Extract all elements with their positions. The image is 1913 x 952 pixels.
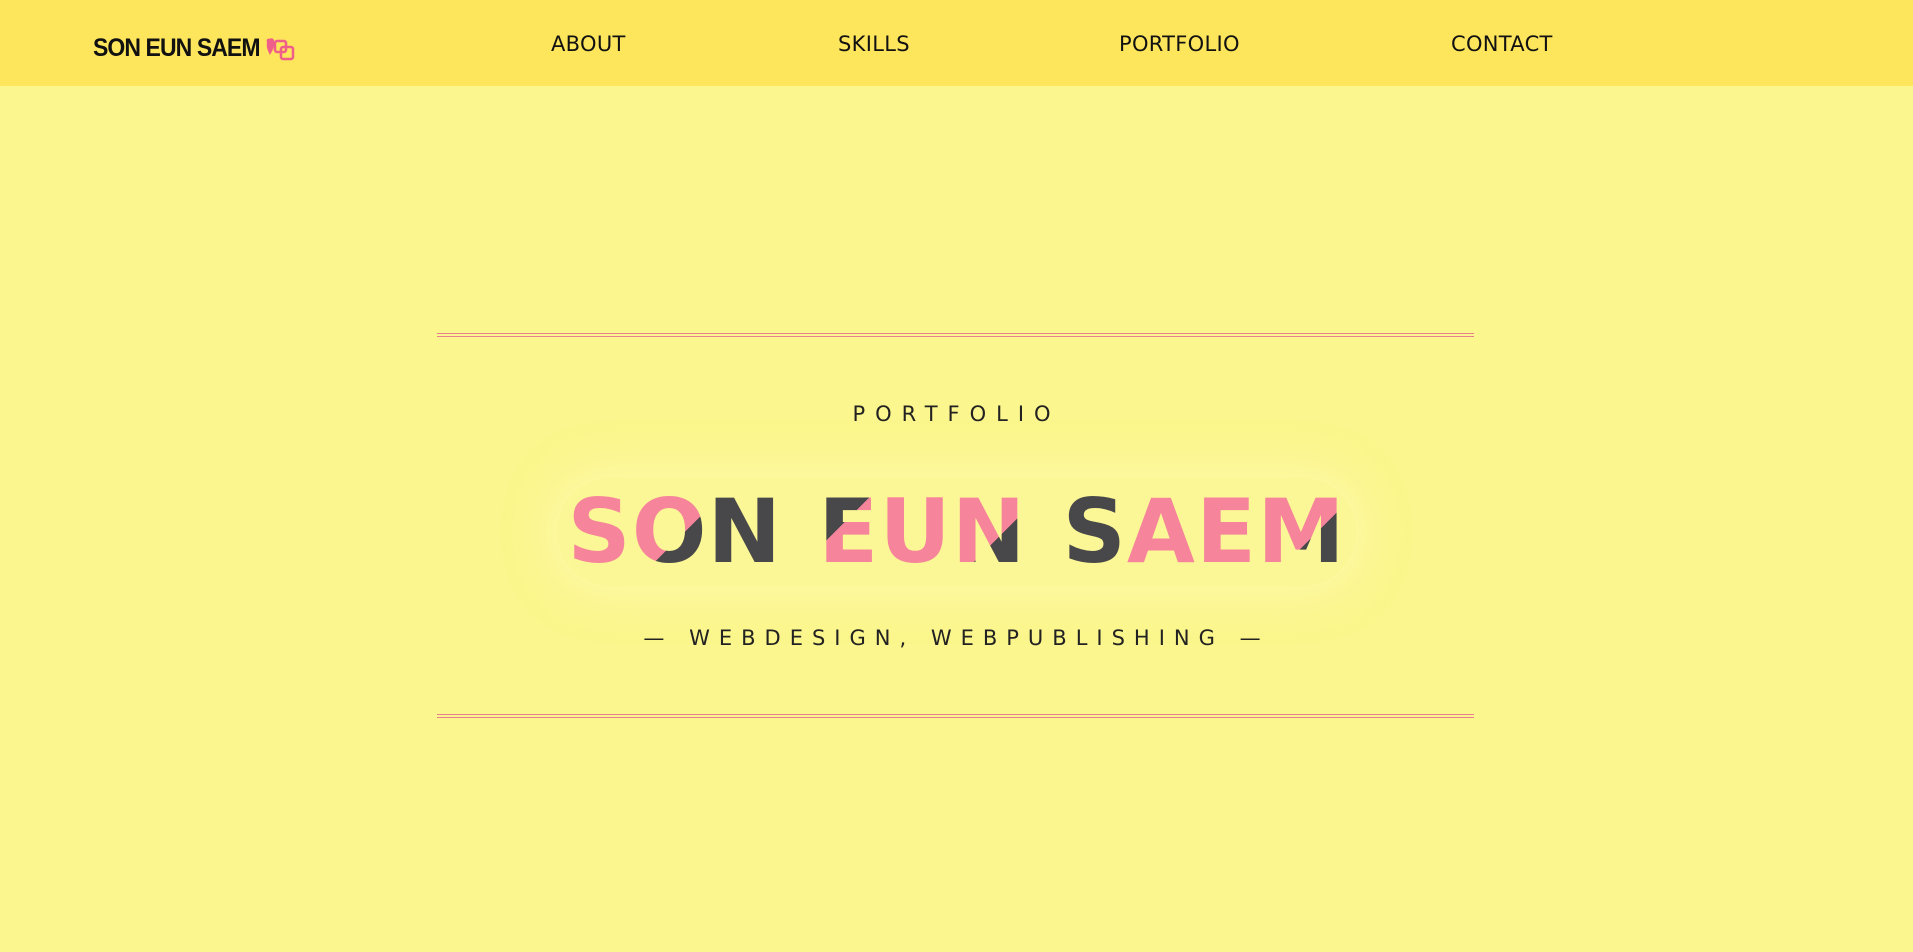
nav-portfolio[interactable]: PORTFOLIO bbox=[1119, 32, 1240, 56]
hero-name: SON EUN SAEM bbox=[0, 478, 1913, 586]
hero-name-letter: S bbox=[1062, 478, 1126, 586]
top-divider bbox=[437, 333, 1474, 337]
hero-name-text: SON EUN SAEM bbox=[557, 478, 1356, 586]
bottom-divider bbox=[437, 714, 1474, 718]
site-header: SON EUN SAEM ABOUT SKILLS PORTFOLIO CONT… bbox=[0, 0, 1913, 86]
pink-heart-squares-icon bbox=[266, 37, 295, 60]
hero-name-letter: N bbox=[708, 478, 783, 586]
nav-contact[interactable]: CONTACT bbox=[1451, 32, 1553, 56]
hero-name-letter: N bbox=[952, 478, 1027, 586]
logo[interactable]: SON EUN SAEM bbox=[93, 34, 298, 63]
hero-kicker: PORTFOLIO bbox=[852, 402, 1061, 426]
hero-name-letter: E bbox=[1196, 478, 1257, 586]
logo-text: SON EUN SAEM bbox=[93, 34, 261, 62]
hero-name-letter: S bbox=[567, 478, 631, 586]
hero-tagline: — WEBDESIGN, WEBPUBLISHING — bbox=[643, 626, 1270, 650]
hero-name-letter: M bbox=[1257, 478, 1346, 586]
hero-name-letter: E bbox=[818, 478, 879, 586]
hero-name-letter: U bbox=[879, 478, 951, 586]
nav-skills[interactable]: SKILLS bbox=[838, 32, 910, 56]
hero-name-letter: O bbox=[632, 478, 708, 586]
hero-name-letter: A bbox=[1127, 478, 1196, 586]
nav-about[interactable]: ABOUT bbox=[551, 32, 626, 56]
